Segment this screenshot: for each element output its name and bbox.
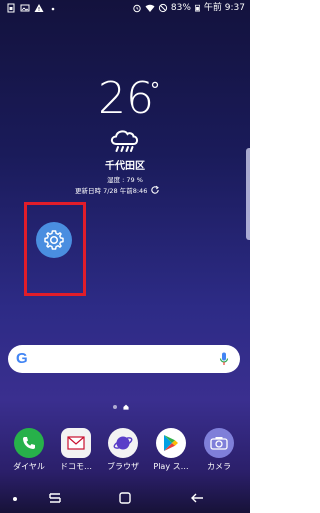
- weather-location: 千代田区: [105, 161, 145, 172]
- image-icon: [20, 4, 30, 12]
- weather-humidity: 湿度 : 79 %: [107, 176, 143, 184]
- refresh-icon[interactable]: [150, 185, 160, 195]
- temperature: 26: [98, 73, 154, 124]
- app-label-phone: ダイヤル: [13, 462, 45, 471]
- dot-icon: [51, 7, 55, 11]
- google-logo: G: [16, 350, 28, 367]
- dock-app-docomo-mail[interactable]: ドコモ…: [53, 428, 99, 472]
- status-right-icons: 83% 午前 9:37: [132, 2, 245, 14]
- weather-updated-text: 更新日時 7/28 午前8:46: [75, 187, 148, 195]
- recent-apps-icon[interactable]: [48, 491, 62, 505]
- app-label-play-store: Play ス…: [153, 462, 189, 471]
- weather-updated: 更新日時 7/28 午前8:46: [75, 185, 160, 195]
- page-indicator: [113, 404, 129, 410]
- status-bar: 83% 午前 9:37: [0, 0, 250, 18]
- dock-app-play-store[interactable]: Play ス…: [148, 428, 194, 472]
- status-time: 午前 9:37: [203, 3, 245, 13]
- dock-app-phone[interactable]: ダイヤル: [6, 428, 52, 472]
- alarm-icon: [133, 4, 141, 13]
- samsung-internet-icon: [108, 428, 138, 458]
- dock-app-camera[interactable]: カメラ: [196, 428, 242, 472]
- app-label-browser: ブラウザ: [107, 462, 139, 471]
- home-page-icon[interactable]: [123, 404, 129, 410]
- app-dock: ダイヤル ドコモ… ブラウザ Play ス… カメラ: [0, 428, 250, 474]
- home-screen: 83% 午前 9:37 26 ° 千代田区 湿度 : 79 % 更新日時 7/2…: [0, 0, 250, 513]
- wifi-icon: [145, 4, 155, 12]
- app-label-camera: カメラ: [207, 462, 231, 471]
- temperature-unit: °: [150, 78, 160, 102]
- home-icon[interactable]: [118, 491, 132, 505]
- app-label-docomo-mail: ドコモ…: [60, 462, 92, 471]
- page-dot[interactable]: [113, 405, 117, 409]
- battery-percentage: 83%: [170, 3, 191, 13]
- dot-icon: [13, 497, 17, 501]
- sim-icon: [7, 3, 15, 13]
- navigation-bar: [0, 485, 250, 513]
- docomo-mail-icon: [61, 428, 91, 458]
- settings-gear-icon[interactable]: [36, 222, 72, 258]
- dock-app-browser[interactable]: ブラウザ: [100, 428, 146, 472]
- camera-icon: [204, 428, 234, 458]
- google-search-bar[interactable]: G: [8, 345, 240, 373]
- battery-icon: [194, 4, 200, 12]
- mic-icon[interactable]: [219, 352, 229, 366]
- rain-cloud-icon: [110, 130, 139, 152]
- warning-icon: [34, 4, 44, 12]
- gear-icon: [44, 230, 64, 250]
- do-not-disturb-icon: [158, 3, 168, 13]
- status-left-icons: [6, 3, 58, 13]
- back-icon[interactable]: [190, 491, 204, 505]
- play-store-icon: [156, 428, 186, 458]
- phone-icon: [14, 428, 44, 458]
